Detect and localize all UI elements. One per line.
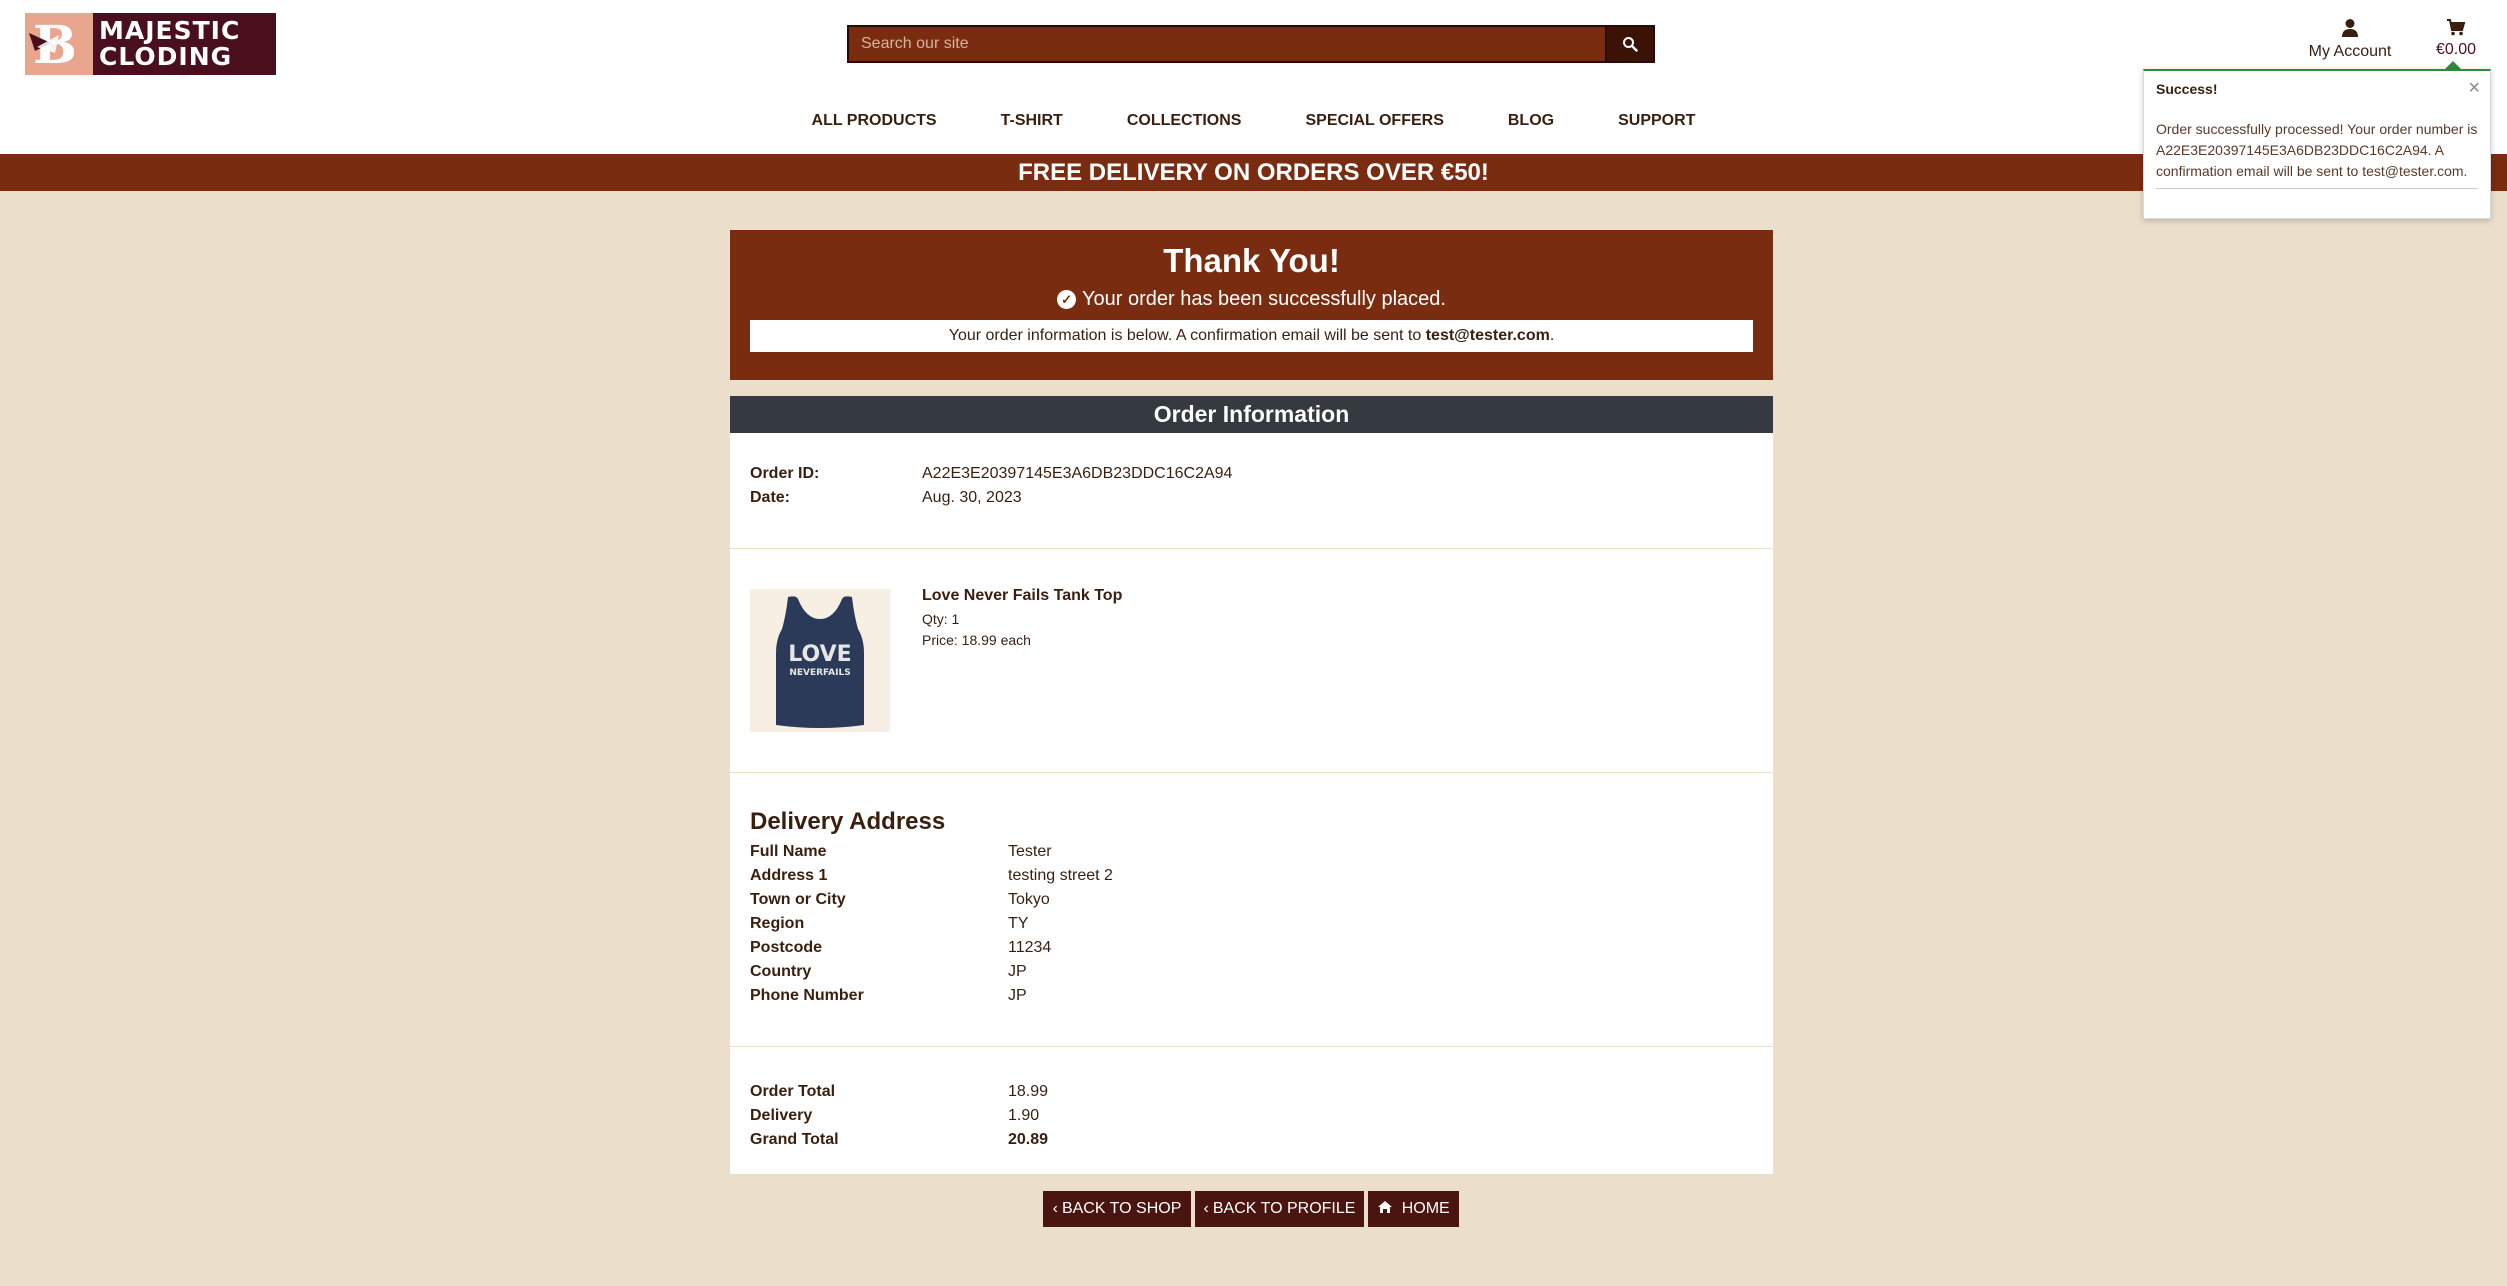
product-qty: Qty: 1 [922, 611, 960, 627]
info-prefix: Your order information is below. A confi… [948, 327, 1426, 344]
site-logo[interactable]: B MAJESTIC CLODING [25, 13, 276, 75]
info-email: test@tester.com [1425, 327, 1550, 344]
address-label-country: Country [750, 963, 812, 980]
order-information-header: Order Information [730, 396, 1773, 433]
toast-title: Success! [2156, 81, 2218, 97]
order-totals-panel: Order Total 18.99 Delivery 1.90 Grand To… [730, 1047, 1773, 1174]
order-item-panel: LOVE NEVERFAILS Love Never Fails Tank To… [730, 549, 1773, 772]
check-circle-icon: ✓ [1057, 290, 1077, 309]
toast-message: Order successfully processed! Your order… [2156, 121, 2478, 179]
address-value-country: JP [1008, 963, 1027, 980]
close-icon[interactable]: × [2468, 77, 2480, 100]
confirmation-info: Your order information is below. A confi… [750, 320, 1753, 352]
address-label-phone: Phone Number [750, 987, 864, 1004]
order-id-value: A22E3E20397145E3A6DB23DDC16C2A94 [922, 465, 1233, 482]
shirt-print-line-1: LOVE [788, 642, 851, 667]
user-icon [2342, 19, 2358, 37]
back-to-shop-label: BACK TO SHOP [1061, 1200, 1182, 1217]
product-price: Price: 18.99 each [922, 632, 1031, 648]
nav-t-shirt[interactable]: T-SHIRT [1001, 112, 1063, 138]
search-icon [1623, 37, 1638, 52]
address-label-town: Town or City [750, 891, 846, 908]
thank-you-title: Thank You! [1163, 242, 1340, 279]
site-header: B MAJESTIC CLODING My Account [0, 0, 2507, 154]
address-value-region: TY [1008, 915, 1029, 932]
logo-line-2: CLODING [99, 42, 233, 71]
nav-special-offers[interactable]: SPECIAL OFFERS [1305, 112, 1443, 138]
nav-all-products[interactable]: ALL PRODUCTS [812, 112, 937, 138]
order-placed-text: Your order has been successfully placed. [1082, 288, 1446, 310]
cart-total: €0.00 [2435, 41, 2477, 58]
address-label-region: Region [750, 915, 805, 932]
product-image[interactable]: LOVE NEVERFAILS [750, 589, 890, 732]
delivery-address-title: Delivery Address [750, 808, 946, 835]
chevron-left-icon: ‹ [1203, 1200, 1209, 1217]
cart-icon [2447, 19, 2466, 36]
success-toast: Success! × Order successfully processed!… [2143, 69, 2491, 219]
search-bar [847, 25, 1655, 63]
order-id-label: Order ID: [750, 465, 820, 482]
chevron-left-icon: ‹ [1052, 1200, 1058, 1217]
logo-line-1: MAJESTIC [99, 16, 241, 45]
my-account-link[interactable]: My Account [2300, 18, 2400, 61]
order-placed-message: ✓ Your order has been successfully placed… [730, 288, 1773, 311]
my-account-label: My Account [2308, 43, 2392, 60]
search-button[interactable] [1605, 27, 1653, 61]
shirt-print-line-2: NEVERFAILS [789, 668, 850, 678]
address-label-postcode: Postcode [750, 939, 823, 956]
nav-support[interactable]: SUPPORT [1618, 112, 1695, 138]
back-to-shop-button[interactable]: ‹ BACK TO SHOP [1043, 1191, 1191, 1227]
address-value-postcode: 11234 [1008, 939, 1052, 956]
product-name: Love Never Fails Tank Top [922, 587, 1123, 604]
nav-blog[interactable]: BLOG [1508, 112, 1554, 138]
order-total-label: Order Total [750, 1083, 836, 1100]
home-label: HOME [1401, 1200, 1450, 1217]
back-to-profile-button[interactable]: ‹ BACK TO PROFILE [1195, 1191, 1364, 1227]
address-value-address-1: testing street 2 [1008, 867, 1113, 884]
cart-link[interactable]: €0.00 [2428, 18, 2484, 59]
toast-caret [2445, 61, 2461, 69]
address-label-address-1: Address 1 [750, 867, 828, 884]
logo-emblem-icon: B [25, 13, 93, 75]
home-button[interactable]: HOME [1368, 1191, 1459, 1227]
address-value-town: Tokyo [1008, 891, 1050, 908]
thank-you-panel: Thank You! ✓ Your order has been successf… [730, 230, 1773, 380]
info-suffix: . [1549, 327, 1555, 344]
back-to-profile-label: BACK TO PROFILE [1212, 1200, 1356, 1217]
order-date-value: Aug. 30, 2023 [922, 489, 1022, 506]
delivery-cost-label: Delivery [750, 1107, 813, 1124]
logo-text: MAJESTIC CLODING [93, 18, 240, 70]
delivery-address-panel: Delivery Address Full Name Tester Addres… [730, 773, 1773, 1046]
grand-total-value: 20.89 [1008, 1131, 1049, 1148]
delivery-cost-value: 1.90 [1008, 1107, 1040, 1124]
grand-total-label: Grand Total [750, 1131, 839, 1148]
order-date-label: Date: [750, 489, 791, 506]
search-input[interactable] [849, 27, 1605, 61]
home-icon [1377, 1200, 1397, 1217]
free-delivery-banner: FREE DELIVERY ON ORDERS OVER €50! [0, 154, 2507, 191]
main-nav: ALL PRODUCTS T-SHIRT COLLECTIONS SPECIAL… [0, 112, 2507, 138]
toast-divider [2156, 188, 2478, 189]
address-value-phone: JP [1008, 987, 1027, 1004]
order-total-value: 18.99 [1008, 1083, 1049, 1100]
nav-collections[interactable]: COLLECTIONS [1127, 112, 1242, 138]
address-label-full-name: Full Name [750, 843, 827, 860]
order-meta-panel: Order ID: A22E3E20397145E3A6DB23DDC16C2A… [730, 433, 1773, 548]
address-value-full-name: Tester [1008, 843, 1052, 860]
